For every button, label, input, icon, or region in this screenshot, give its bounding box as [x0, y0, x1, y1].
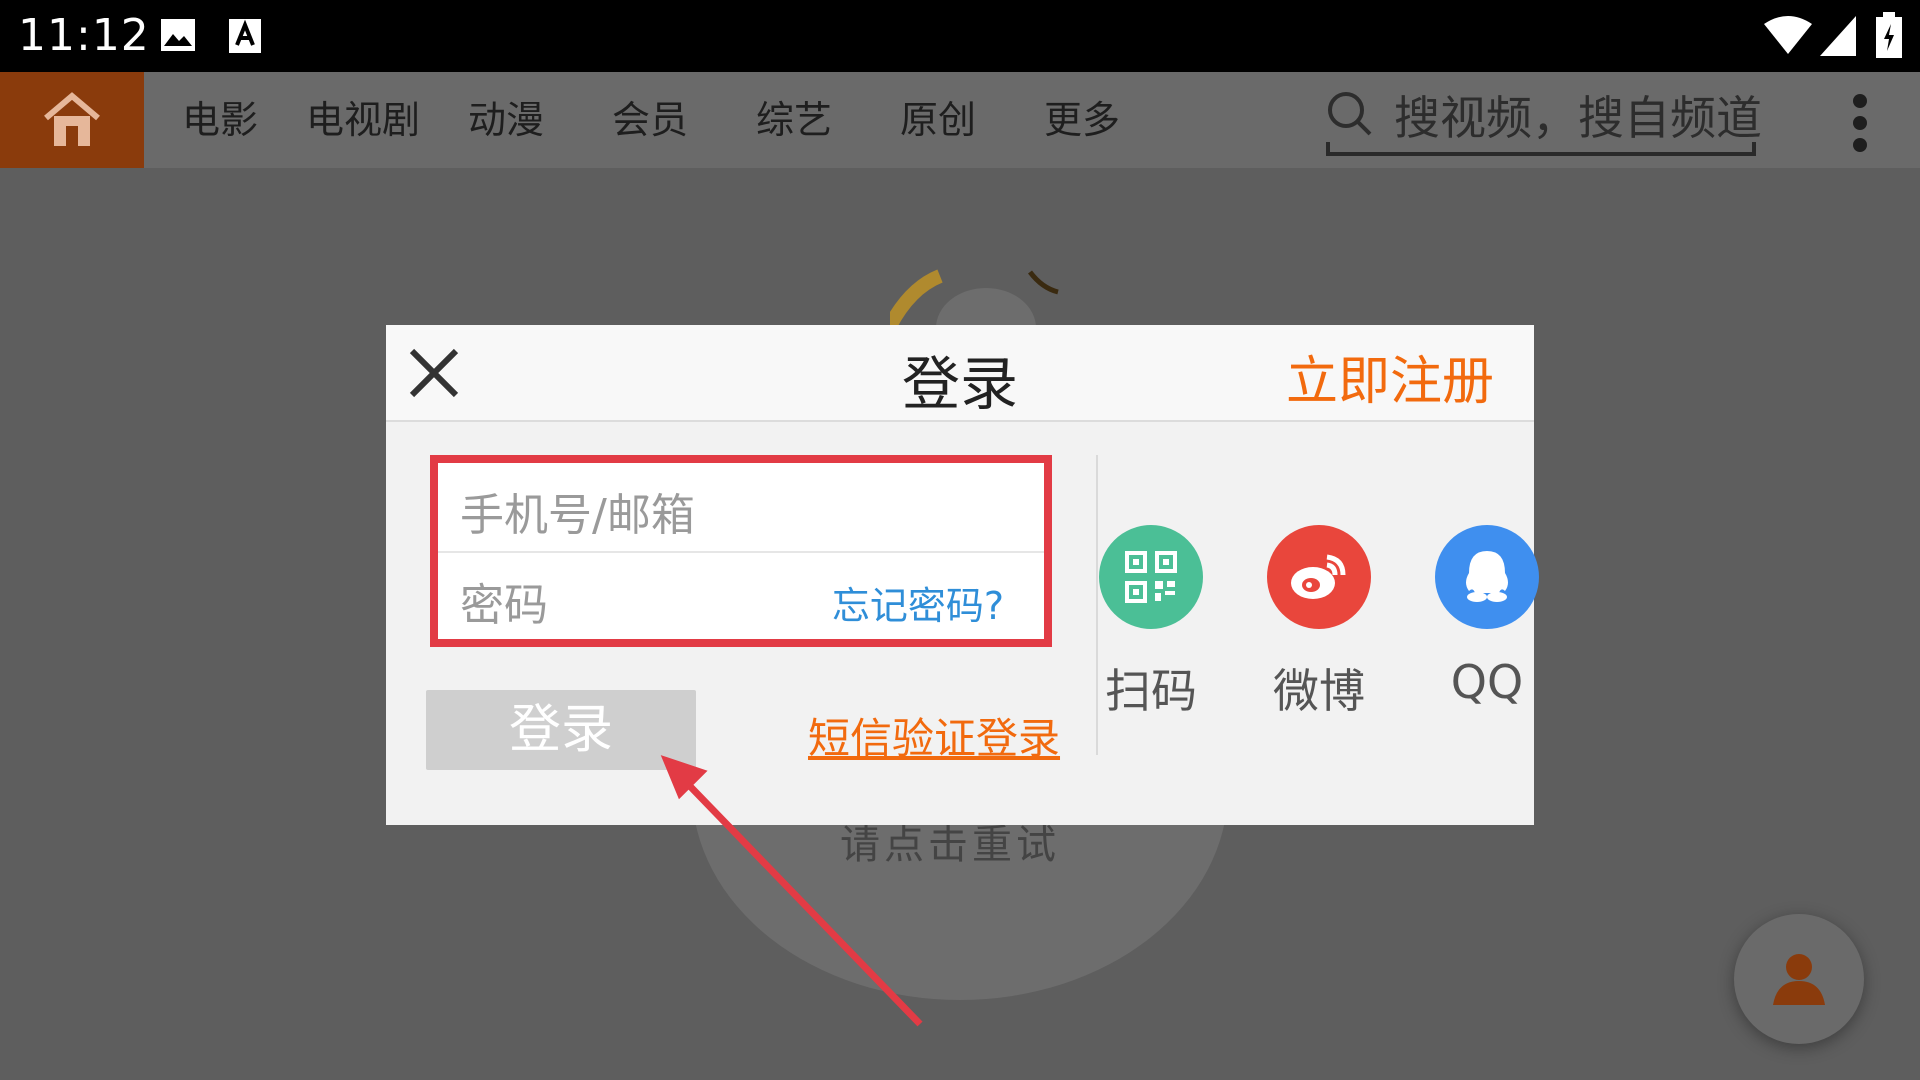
password-field[interactable]: 密码 忘记密码? — [438, 553, 1044, 641]
dialog-header: 登录 立即注册 — [386, 325, 1534, 422]
phone-email-placeholder: 手机号/邮箱 — [460, 490, 695, 541]
weibo-label: 微博 — [1273, 664, 1365, 718]
nav-item-movies[interactable]: 电影 — [182, 72, 258, 168]
home-icon — [44, 92, 100, 146]
wifi-icon — [1764, 16, 1812, 54]
scan-label: 扫码 — [1105, 664, 1197, 718]
nav-item-original[interactable]: 原创 — [900, 72, 976, 168]
qq-login-option[interactable]: QQ — [1432, 525, 1542, 709]
weibo-icon — [1267, 525, 1371, 629]
status-time: 11:12 — [18, 10, 150, 61]
forgot-password-link[interactable]: 忘记密码? — [832, 575, 1004, 630]
qq-label: QQ — [1450, 655, 1524, 709]
home-button[interactable] — [0, 72, 144, 168]
nav-item-more[interactable]: 更多 — [1044, 72, 1120, 168]
credentials-form: 手机号/邮箱 密码 忘记密码? — [430, 455, 1052, 647]
user-icon — [1773, 954, 1825, 1005]
cell-signal-icon — [1820, 16, 1856, 56]
nav-item-vip[interactable]: 会员 — [612, 72, 688, 168]
accessibility-a-icon — [229, 19, 261, 53]
login-button[interactable]: 登录 — [426, 690, 696, 770]
nav-item-anime[interactable]: 动漫 — [468, 72, 544, 168]
search-input[interactable]: 搜视频，搜自频道 — [1326, 72, 1762, 156]
top-nav-bar: 电影 电视剧 动漫 会员 综艺 原创 更多 搜视频，搜自频道 — [0, 72, 1920, 168]
qr-code-icon — [1099, 525, 1203, 629]
scan-login-option[interactable]: 扫码 — [1096, 525, 1206, 721]
gallery-icon — [161, 19, 195, 51]
search-icon — [1328, 92, 1372, 136]
user-profile-fab[interactable] — [1734, 914, 1864, 1044]
phone-email-field[interactable]: 手机号/邮箱 — [438, 463, 1044, 553]
weibo-login-option[interactable]: 微博 — [1264, 525, 1374, 721]
sms-login-link[interactable]: 短信验证登录 — [808, 705, 1060, 766]
register-link[interactable]: 立即注册 — [1286, 339, 1494, 414]
search-placeholder: 搜视频，搜自频道 — [1394, 91, 1762, 145]
login-dialog: 登录 立即注册 手机号/邮箱 密码 忘记密码? 登录 短信验证登录 扫码 微博 … — [386, 325, 1539, 825]
status-bar: 11:12 — [0, 0, 1920, 72]
battery-icon — [1876, 12, 1902, 58]
password-placeholder: 密码 — [460, 580, 548, 631]
overflow-menu-button[interactable] — [1840, 88, 1880, 158]
nav-item-tv-series[interactable]: 电视剧 — [306, 72, 420, 168]
qq-icon — [1435, 525, 1539, 629]
nav-item-variety[interactable]: 综艺 — [756, 72, 832, 168]
